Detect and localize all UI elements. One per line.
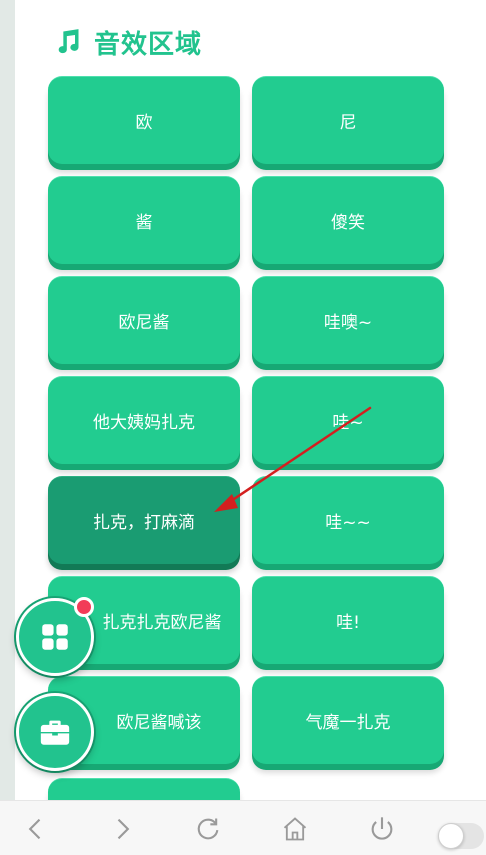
- section-title: 音效区域: [94, 29, 203, 60]
- sound-button-ou[interactable]: 欧: [48, 76, 240, 164]
- sound-button-shaxiao[interactable]: 傻笑: [252, 176, 444, 264]
- sound-button-onii-chan[interactable]: 欧尼酱: [48, 276, 240, 364]
- refresh-button[interactable]: [192, 813, 224, 845]
- sound-button-wa-exclaim[interactable]: 哇!: [252, 576, 444, 664]
- sound-button-zake-damadi[interactable]: 扎克，打麻滴: [48, 476, 240, 564]
- sound-button-wa-1[interactable]: 哇~: [252, 376, 444, 464]
- sound-button-label: 欧尼酱喊该: [116, 713, 202, 733]
- notification-badge: [74, 597, 94, 617]
- sound-button-label: 哇~: [332, 413, 364, 433]
- refresh-icon: [197, 818, 219, 840]
- home-icon: [283, 817, 307, 841]
- sound-button-jiang[interactable]: 酱: [48, 176, 240, 264]
- sound-button-qimo-zake[interactable]: 气魔一扎克: [252, 676, 444, 764]
- sound-button-label: 酱: [135, 213, 153, 233]
- back-icon: [28, 818, 41, 840]
- sound-button-label: 哇!: [336, 613, 360, 633]
- section-header: 音效区域: [54, 24, 202, 60]
- sound-button-label: 哇噢~: [323, 313, 373, 333]
- toolbox-fab-button[interactable]: [16, 693, 94, 771]
- sound-button-wao[interactable]: 哇噢~: [252, 276, 444, 364]
- sound-button-label: 他大姨妈扎克: [93, 413, 195, 433]
- music-note-icon: [58, 29, 79, 54]
- sound-button-tadayima-zake[interactable]: 他大姨妈扎克: [48, 376, 240, 464]
- toggle-switch[interactable]: [438, 823, 484, 849]
- power-button[interactable]: [366, 813, 398, 845]
- sound-button-label: 傻笑: [331, 213, 365, 233]
- sound-button-label: 欧尼酱: [118, 313, 170, 333]
- sound-button-wa-2[interactable]: 哇~~: [252, 476, 444, 564]
- sound-button-label: 尼: [339, 113, 357, 133]
- sound-button-ni[interactable]: 尼: [252, 76, 444, 164]
- sound-button-label: 扎克，打麻滴: [93, 513, 195, 533]
- power-icon: [371, 817, 393, 840]
- sound-button-label: 气魔一扎克: [305, 713, 391, 733]
- forward-icon: [117, 818, 130, 840]
- grid-apps-icon: [42, 624, 68, 650]
- bottom-navigation-bar: [0, 800, 486, 855]
- sound-button-label: 哇~~: [325, 513, 371, 533]
- back-button[interactable]: [20, 813, 52, 845]
- home-button[interactable]: [279, 813, 311, 845]
- forward-button[interactable]: [106, 813, 138, 845]
- sound-button-label: 欧: [135, 113, 153, 133]
- left-edge-bar: [0, 0, 15, 800]
- toggle-knob: [438, 823, 464, 849]
- toolbox-icon: [40, 720, 70, 745]
